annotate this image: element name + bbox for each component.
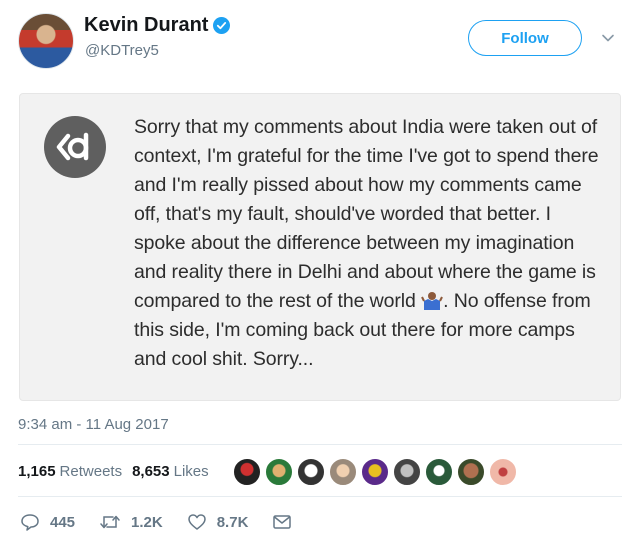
follow-button[interactable]: Follow (468, 20, 582, 56)
chevron-down-icon[interactable] (600, 30, 616, 46)
divider-bottom (18, 496, 622, 497)
kd-logo-icon (44, 116, 106, 178)
shrug-emoji-icon (421, 292, 443, 310)
author-handle[interactable]: @KDTrey5 (85, 42, 159, 59)
liker-avatar[interactable] (329, 458, 357, 486)
author-name[interactable]: Kevin Durant (84, 14, 208, 37)
likes-count[interactable]: 8,653 (132, 463, 170, 480)
message-button[interactable] (272, 513, 302, 531)
liker-avatar[interactable] (393, 458, 421, 486)
avatar[interactable] (18, 13, 74, 69)
tweet-timestamp[interactable]: 9:34 am - 11 Aug 2017 (18, 416, 169, 433)
retweet-icon (100, 515, 120, 529)
likes-label[interactable]: Likes (174, 463, 209, 480)
liker-avatar[interactable] (361, 458, 389, 486)
like-button[interactable]: 8.7K (187, 512, 249, 532)
message-icon (273, 515, 292, 529)
author-name-row: Kevin Durant (84, 14, 231, 37)
retweet-button[interactable]: 1.2K (99, 512, 163, 532)
liker-avatar[interactable] (425, 458, 453, 486)
liker-avatar[interactable] (489, 458, 517, 486)
statement-text-part-1: Sorry that my comments about India were … (134, 116, 599, 312)
liker-avatar[interactable] (297, 458, 325, 486)
liker-avatar[interactable] (457, 458, 485, 486)
divider-top (18, 444, 622, 445)
tweet-actions: 445 1.2K 8.7K (20, 512, 326, 532)
reply-button[interactable]: 445 (20, 512, 75, 532)
liker-avatar[interactable] (233, 458, 261, 486)
like-icon (187, 514, 206, 530)
reply-count: 445 (50, 513, 76, 531)
liker-avatars (233, 458, 521, 486)
retweets-count[interactable]: 1,165 (18, 463, 56, 480)
statement-text: Sorry that my comments about India were … (134, 113, 604, 374)
engagement-stats: 1,165 Retweets 8,653 Likes (18, 463, 219, 480)
tweet-header: Kevin Durant @KDTrey5 Follow (0, 0, 640, 80)
retweet-count: 1.2K (131, 513, 163, 531)
retweets-label[interactable]: Retweets (60, 463, 123, 480)
liker-avatar[interactable] (265, 458, 293, 486)
like-count: 8.7K (216, 513, 249, 531)
verified-badge-icon (213, 17, 231, 34)
reply-icon (21, 514, 39, 531)
